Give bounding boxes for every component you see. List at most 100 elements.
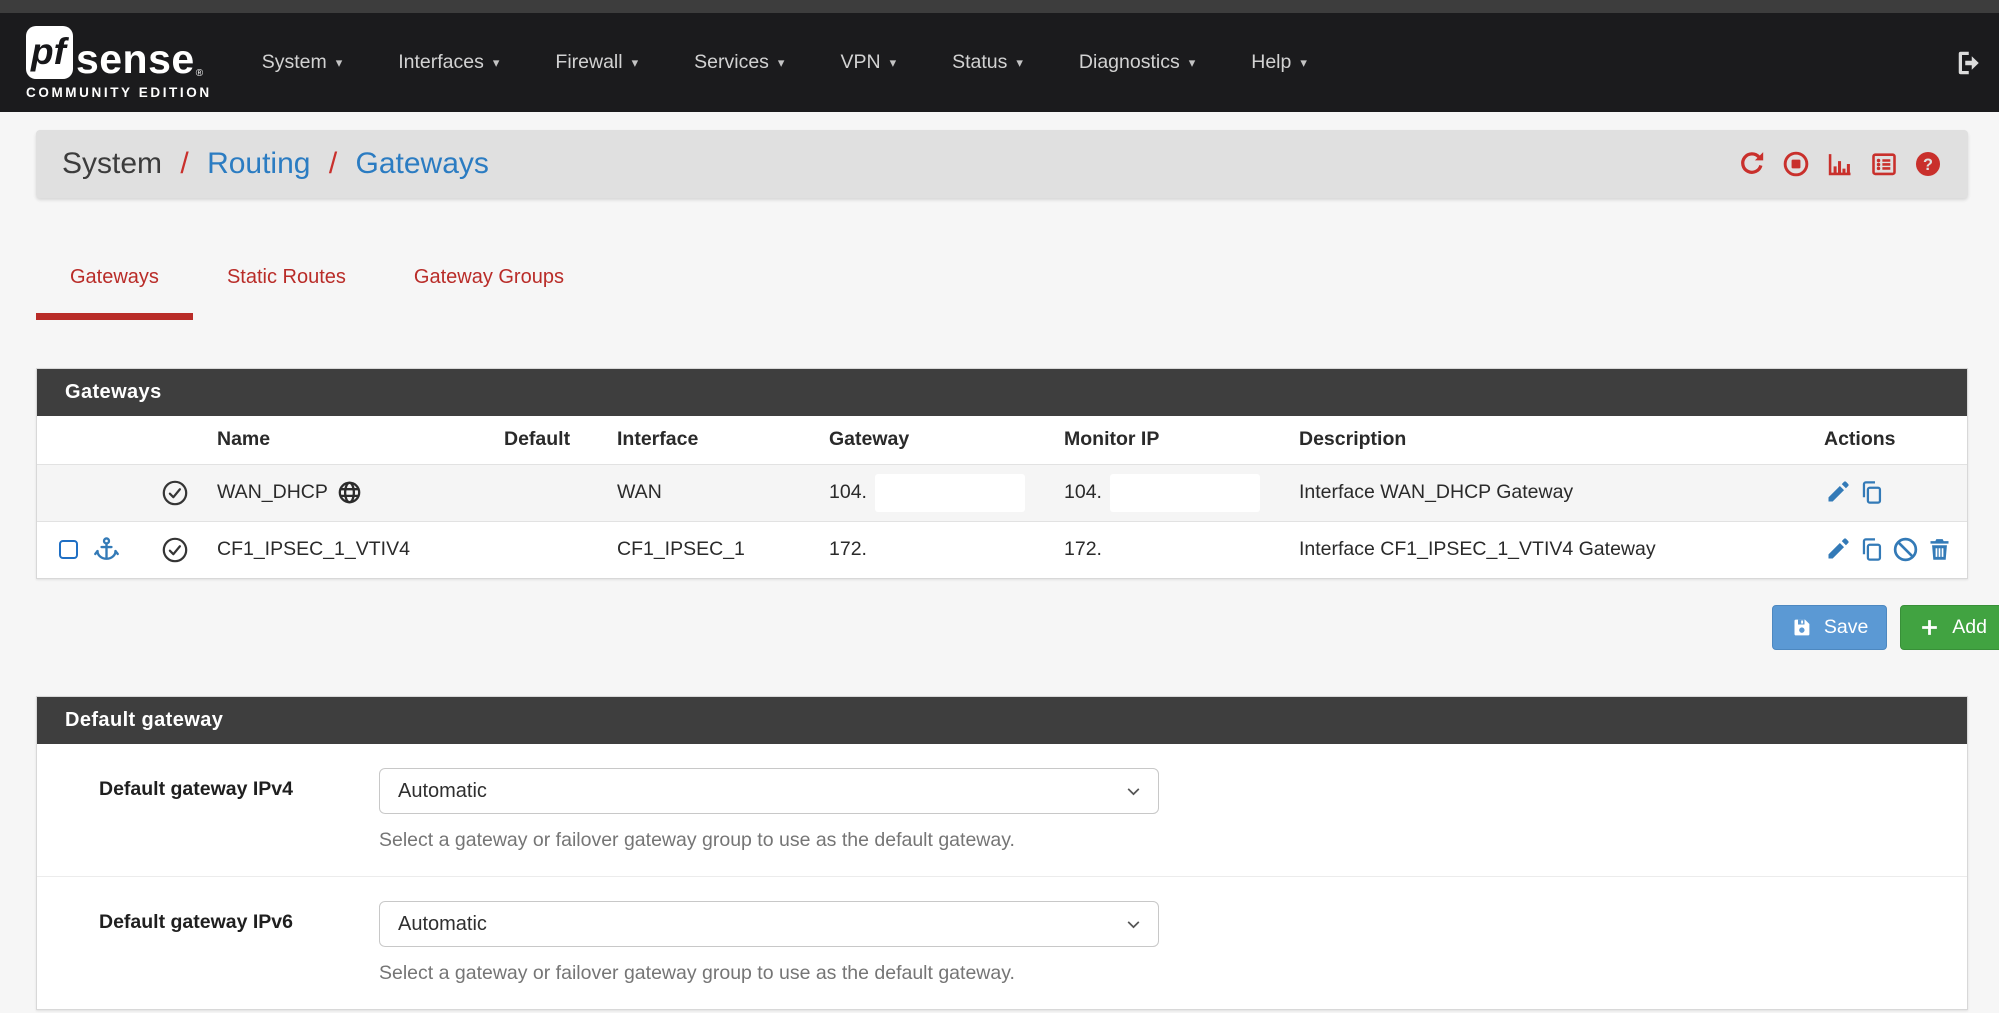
menu-item-status[interactable]: Status ▾ bbox=[924, 13, 1051, 112]
edit-icon[interactable] bbox=[1824, 479, 1851, 506]
form-field: Automatic Select a gateway or failover g… bbox=[379, 768, 1159, 852]
sign-out-icon[interactable] bbox=[1955, 48, 1985, 78]
status-ok-icon bbox=[161, 479, 217, 507]
breadcrumb-link-routing[interactable]: Routing bbox=[207, 147, 310, 180]
select-chevron-icon bbox=[1125, 783, 1142, 800]
breadcrumb-separator: / bbox=[329, 147, 337, 180]
stop-circle-icon[interactable] bbox=[1782, 150, 1810, 178]
menu-item-firewall[interactable]: Firewall ▾ bbox=[527, 13, 666, 112]
name-cell: CF1_IPSEC_1_VTIV4 bbox=[217, 521, 504, 578]
monitor-ip-cell: 104. bbox=[1064, 464, 1299, 521]
selected-value: Automatic bbox=[398, 780, 487, 803]
menu-item-label: System bbox=[262, 51, 327, 74]
pfsense-logo[interactable]: pf sense ® COMMUNITY EDITION bbox=[26, 26, 212, 100]
monitor-chart-icon[interactable] bbox=[1826, 150, 1854, 178]
gateways-panel: Gateways Name Default Interface Gateway … bbox=[36, 368, 1968, 579]
default-gateway-panel: Default gateway Default gateway IPv4 Aut… bbox=[36, 696, 1968, 1010]
default-gateway-ipv4-select[interactable]: Automatic bbox=[379, 768, 1159, 814]
delete-icon[interactable] bbox=[1926, 536, 1953, 563]
gateway-address: 172. bbox=[829, 538, 867, 560]
caret-down-icon: ▾ bbox=[1016, 55, 1023, 71]
description-cell: Interface CF1_IPSEC_1_VTIV4 Gateway bbox=[1299, 521, 1824, 578]
caret-down-icon: ▾ bbox=[1189, 55, 1196, 71]
copy-icon[interactable] bbox=[1858, 479, 1885, 506]
table-header-row: Name Default Interface Gateway Monitor I… bbox=[37, 416, 1967, 464]
save-button[interactable]: Save bbox=[1772, 605, 1887, 650]
edit-icon[interactable] bbox=[1824, 536, 1851, 563]
interface-cell: WAN bbox=[617, 464, 829, 521]
monitor-address: 172. bbox=[1064, 538, 1102, 560]
col-description: Description bbox=[1299, 416, 1824, 464]
main-menu: System ▾ Interfaces ▾ Firewall ▾ Service… bbox=[234, 13, 1335, 112]
col-actions: Actions bbox=[1824, 416, 1967, 464]
description-cell: Interface WAN_DHCP Gateway bbox=[1299, 464, 1824, 521]
status-cell bbox=[161, 521, 217, 578]
default-gateway-ipv4-label: Default gateway IPv4 bbox=[99, 768, 379, 852]
help-icon[interactable]: ? bbox=[1914, 150, 1942, 178]
default-cell bbox=[504, 464, 617, 521]
breadcrumb-trail: System / Routing / Gateways bbox=[62, 147, 489, 181]
default-gateway-panel-title: Default gateway bbox=[37, 697, 1967, 744]
breadcrumb: System / Routing / Gateways ? bbox=[36, 130, 1968, 198]
row-checkbox[interactable] bbox=[59, 540, 78, 559]
navbar: pf sense ® COMMUNITY EDITION System ▾ In… bbox=[0, 13, 1999, 112]
refresh-icon[interactable] bbox=[1738, 150, 1766, 178]
caret-down-icon: ▾ bbox=[778, 55, 785, 71]
name-cell: WAN_DHCP bbox=[217, 464, 504, 521]
menu-item-label: Interfaces bbox=[398, 51, 484, 74]
menu-item-label: Status bbox=[952, 51, 1007, 74]
redaction-box bbox=[1110, 474, 1260, 512]
menu-item-vpn[interactable]: VPN ▾ bbox=[812, 13, 924, 112]
breadcrumb-action-icons: ? bbox=[1738, 150, 1942, 178]
menu-item-help[interactable]: Help ▾ bbox=[1223, 13, 1335, 112]
form-row-ipv6: Default gateway IPv6 Automatic Select a … bbox=[37, 876, 1967, 1009]
interface-cell: CF1_IPSEC_1 bbox=[617, 521, 829, 578]
menu-item-services[interactable]: Services ▾ bbox=[666, 13, 812, 112]
menu-item-label: VPN bbox=[840, 51, 880, 74]
actions-cell bbox=[1824, 464, 1967, 521]
pfsense-logo-pf: pf bbox=[26, 26, 73, 79]
disable-icon[interactable] bbox=[1892, 536, 1919, 563]
log-list-icon[interactable] bbox=[1870, 150, 1898, 178]
page-content: System / Routing / Gateways ? Gateways S… bbox=[0, 130, 1999, 1010]
col-interface: Interface bbox=[617, 416, 829, 464]
menu-item-interfaces[interactable]: Interfaces ▾ bbox=[370, 13, 527, 112]
menu-item-label: Services bbox=[694, 51, 769, 74]
caret-down-icon: ▾ bbox=[493, 55, 500, 71]
ipv6-help-text: Select a gateway or failover gateway gro… bbox=[379, 962, 1159, 985]
menu-item-label: Help bbox=[1251, 51, 1291, 74]
breadcrumb-root: System bbox=[62, 147, 162, 180]
tab-gateways[interactable]: Gateways bbox=[36, 254, 193, 320]
copy-icon[interactable] bbox=[1858, 536, 1885, 563]
form-field: Automatic Select a gateway or failover g… bbox=[379, 901, 1159, 985]
page-tabs: Gateways Static Routes Gateway Groups bbox=[36, 254, 1968, 320]
default-gateway-globe-icon bbox=[337, 480, 362, 505]
select-cell bbox=[37, 464, 161, 521]
menu-item-system[interactable]: System ▾ bbox=[234, 13, 371, 112]
gateway-name: CF1_IPSEC_1_VTIV4 bbox=[217, 538, 410, 561]
registered-mark: ® bbox=[196, 68, 203, 79]
select-cell bbox=[37, 521, 161, 578]
default-gateway-ipv6-select[interactable]: Automatic bbox=[379, 901, 1159, 947]
monitor-ip-cell: 172. bbox=[1064, 521, 1299, 578]
pfsense-logo-subtitle: COMMUNITY EDITION bbox=[26, 85, 212, 100]
caret-down-icon: ▾ bbox=[890, 55, 897, 71]
menu-item-diagnostics[interactable]: Diagnostics ▾ bbox=[1051, 13, 1223, 112]
add-button[interactable]: Add bbox=[1900, 605, 1999, 650]
tab-gateway-groups[interactable]: Gateway Groups bbox=[380, 254, 598, 320]
col-select bbox=[37, 416, 161, 464]
actions-cell bbox=[1824, 521, 1967, 578]
panel-buttons: Save Add bbox=[36, 605, 1999, 650]
breadcrumb-link-gateways[interactable]: Gateways bbox=[356, 147, 489, 180]
default-cell bbox=[504, 521, 617, 578]
add-icon bbox=[1919, 617, 1940, 638]
gateway-row-wan-dhcp: WAN_DHCP WAN 104. 104. Interfa bbox=[37, 464, 1967, 521]
gateways-panel-title: Gateways bbox=[37, 369, 1967, 416]
anchor-icon[interactable] bbox=[93, 536, 120, 563]
svg-text:?: ? bbox=[1923, 156, 1933, 174]
breadcrumb-separator: / bbox=[180, 147, 188, 180]
selected-value: Automatic bbox=[398, 913, 487, 936]
tab-static-routes[interactable]: Static Routes bbox=[193, 254, 380, 320]
caret-down-icon: ▾ bbox=[632, 55, 639, 71]
select-chevron-icon bbox=[1125, 916, 1142, 933]
